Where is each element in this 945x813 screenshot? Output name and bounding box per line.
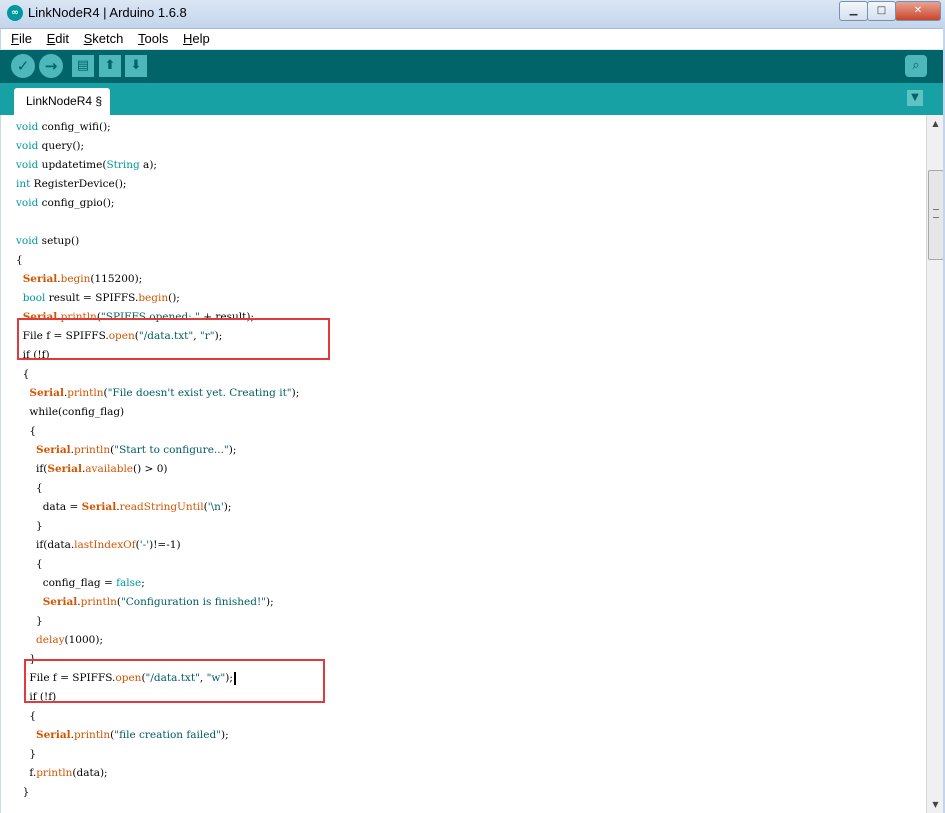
tab-linknoder4[interactable]: LinkNodeR4 § bbox=[14, 88, 111, 115]
menu-help[interactable]: Help bbox=[175, 29, 213, 46]
code-line[interactable]: Serial.begin(115200); bbox=[16, 270, 299, 289]
close-button[interactable]: ✕ bbox=[895, 1, 941, 21]
code-line[interactable]: Serial.println("file creation failed"); bbox=[16, 726, 299, 745]
arrow-right-icon: → bbox=[44, 57, 58, 75]
code-line[interactable]: } bbox=[16, 517, 299, 536]
menu-bar: File Edit Sketch Tools Help bbox=[0, 29, 944, 49]
code-line[interactable]: void setup() bbox=[16, 232, 299, 251]
verify-button[interactable]: ✓ bbox=[11, 54, 35, 78]
maximize-button[interactable]: □ bbox=[867, 1, 896, 21]
minimize-button[interactable]: ▁ bbox=[839, 1, 868, 21]
scroll-down-arrow-icon[interactable]: ▼ bbox=[927, 796, 944, 813]
arduino-logo-icon: ∞ bbox=[7, 5, 23, 21]
code-line[interactable]: delay(1000); bbox=[16, 631, 299, 650]
menu-sketch[interactable]: Sketch bbox=[76, 29, 127, 46]
save-button[interactable]: ⬇ bbox=[125, 55, 147, 77]
code-line[interactable]: { bbox=[16, 365, 299, 384]
tab-menu-button[interactable]: ▼ bbox=[907, 90, 923, 106]
code-line[interactable]: data = Serial.readStringUntil('\n'); bbox=[16, 498, 299, 517]
code-line[interactable]: Serial.println("Configuration is finishe… bbox=[16, 593, 299, 612]
chevron-down-icon: ▼ bbox=[911, 92, 919, 103]
code-line[interactable]: { bbox=[16, 555, 299, 574]
check-icon: ✓ bbox=[16, 57, 30, 75]
arrow-up-icon: ⬆ bbox=[104, 58, 116, 73]
code-line[interactable]: } bbox=[16, 783, 299, 802]
title-bar: ∞ LinkNodeR4 | Arduino 1.6.8 ▁ □ ✕ bbox=[0, 0, 945, 29]
tab-bar: LinkNodeR4 § ▼ bbox=[0, 83, 943, 115]
code-editor[interactable]: void config_wifi(); void query(); void upd… bbox=[0, 115, 927, 813]
code-line[interactable]: if(data.lastIndexOf('-')!=-1) bbox=[16, 536, 299, 555]
code-line[interactable]: { bbox=[16, 707, 299, 726]
menu-edit[interactable]: Edit bbox=[39, 29, 72, 46]
code-line[interactable]: config_flag = false; bbox=[16, 574, 299, 593]
code-line[interactable]: } bbox=[16, 612, 299, 631]
code-line[interactable]: Serial.println("File doesn't exist yet. … bbox=[16, 384, 299, 403]
code-line[interactable] bbox=[16, 213, 299, 232]
code-line[interactable]: void config_gpio(); bbox=[16, 194, 299, 213]
window-controls: ▁ □ ✕ bbox=[839, 1, 941, 21]
highlight-box-read bbox=[17, 318, 330, 360]
menu-file[interactable]: File bbox=[1, 29, 35, 46]
highlight-box-write bbox=[24, 659, 325, 703]
new-file-icon: ▤ bbox=[76, 58, 90, 73]
code-line[interactable]: void config_wifi(); bbox=[16, 118, 299, 137]
code-line[interactable]: if(Serial.available() > 0) bbox=[16, 460, 299, 479]
scroll-up-arrow-icon[interactable]: ▲ bbox=[927, 115, 944, 132]
code-line[interactable]: } bbox=[16, 745, 299, 764]
code-line[interactable]: f.println(data); bbox=[16, 764, 299, 783]
arrow-down-icon: ⬇ bbox=[130, 58, 142, 73]
code-line[interactable]: void query(); bbox=[16, 137, 299, 156]
code-line[interactable]: { bbox=[16, 251, 299, 270]
code-line[interactable]: bool result = SPIFFS.begin(); bbox=[16, 289, 299, 308]
code-line[interactable]: int RegisterDevice(); bbox=[16, 175, 299, 194]
upload-button[interactable]: → bbox=[39, 54, 63, 78]
code-line[interactable]: { bbox=[16, 479, 299, 498]
new-button[interactable]: ▤ bbox=[72, 55, 94, 77]
code-line[interactable]: Serial.println("Start to configure..."); bbox=[16, 441, 299, 460]
menu-tools[interactable]: Tools bbox=[130, 29, 171, 46]
open-button[interactable]: ⬆ bbox=[99, 55, 121, 77]
code-line[interactable]: { bbox=[16, 422, 299, 441]
magnifier-icon: ⌕ bbox=[912, 58, 920, 73]
serial-monitor-button[interactable]: ⌕ bbox=[905, 55, 927, 77]
scrollbar-thumb[interactable] bbox=[928, 170, 944, 260]
toolbar: ✓ → ▤ ⬆ ⬇ ⌕ bbox=[0, 50, 943, 83]
code-line[interactable]: void updatetime(String a); bbox=[16, 156, 299, 175]
code-line[interactable]: while(config_flag) bbox=[16, 403, 299, 422]
vertical-scrollbar[interactable]: ▲ ▼ bbox=[926, 115, 944, 813]
window-title: LinkNodeR4 | Arduino 1.6.8 bbox=[28, 5, 187, 20]
